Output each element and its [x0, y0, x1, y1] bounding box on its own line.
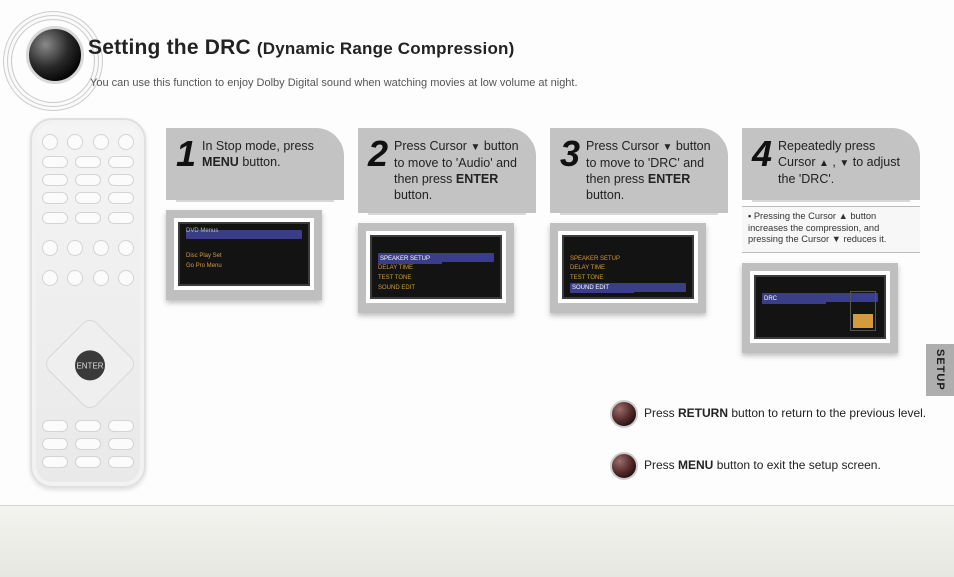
- step-3-text: Press Cursor ▼ button to move to 'DRC' a…: [586, 136, 712, 203]
- page-title: Setting the DRC (Dynamic Range Compressi…: [88, 36, 515, 60]
- step-1-text: In Stop mode, press MENU button.: [202, 136, 328, 170]
- step-4-tab: 4 Repeatedly press Cursor ▲ , ▼ to adjus…: [742, 128, 920, 200]
- side-tab-setup: SETUP: [926, 344, 954, 396]
- step-3-tab: 3 Press Cursor ▼ button to move to 'DRC'…: [550, 128, 728, 213]
- step-2-screenshot: SPEAKER SETUP DELAY TIME TEST TONE SOUND…: [358, 223, 514, 313]
- title-main: Setting the DRC: [88, 36, 257, 59]
- press-menu-row: Press MENU button to exit the setup scre…: [610, 452, 881, 480]
- step-2-number: 2: [368, 136, 388, 172]
- remote-control-graphic: ENTER: [30, 118, 146, 488]
- press-return-text: Press RETURN button to return to the pre…: [644, 406, 926, 422]
- step-1-screenshot: DVD Menus Disc Play Set Go Pro Menu: [166, 210, 322, 300]
- bullet-icon: [610, 452, 638, 480]
- press-menu-text: Press MENU button to exit the setup scre…: [644, 458, 881, 474]
- steps-row: 1 In Stop mode, press MENU button. DVD M…: [166, 128, 920, 353]
- step-3-screenshot: SPEAKER SETUP DELAY TIME TEST TONE SOUND…: [550, 223, 706, 313]
- speaker-icon: [12, 20, 94, 102]
- step-1: 1 In Stop mode, press MENU button. DVD M…: [166, 128, 344, 353]
- step-4-text: Repeatedly press Cursor ▲ , ▼ to adjust …: [778, 136, 904, 187]
- step-4: 4 Repeatedly press Cursor ▲ , ▼ to adjus…: [742, 128, 920, 353]
- step-1-tab: 1 In Stop mode, press MENU button.: [166, 128, 344, 200]
- title-sub: (Dynamic Range Compression): [257, 39, 515, 58]
- step-4-note: Pressing the Cursor ▲ button increases t…: [742, 206, 920, 253]
- remote-dpad: ENTER: [42, 316, 138, 412]
- bullet-icon: [610, 400, 638, 428]
- press-return-row: Press RETURN button to return to the pre…: [610, 400, 926, 428]
- remote-enter-button: ENTER: [75, 350, 105, 380]
- step-1-number: 1: [176, 136, 196, 172]
- step-4-screenshot: DRC: [742, 263, 898, 353]
- step-2: 2 Press Cursor ▼ button to move to 'Audi…: [358, 128, 536, 353]
- step-3: 3 Press Cursor ▼ button to move to 'DRC'…: [550, 128, 728, 353]
- step-2-tab: 2 Press Cursor ▼ button to move to 'Audi…: [358, 128, 536, 213]
- step-2-text: Press Cursor ▼ button to move to 'Audio'…: [394, 136, 520, 203]
- step-4-number: 4: [752, 136, 772, 172]
- page-bottom-fade: [0, 505, 954, 577]
- intro-text: You can use this function to enjoy Dolby…: [90, 76, 578, 91]
- step-3-number: 3: [560, 136, 580, 172]
